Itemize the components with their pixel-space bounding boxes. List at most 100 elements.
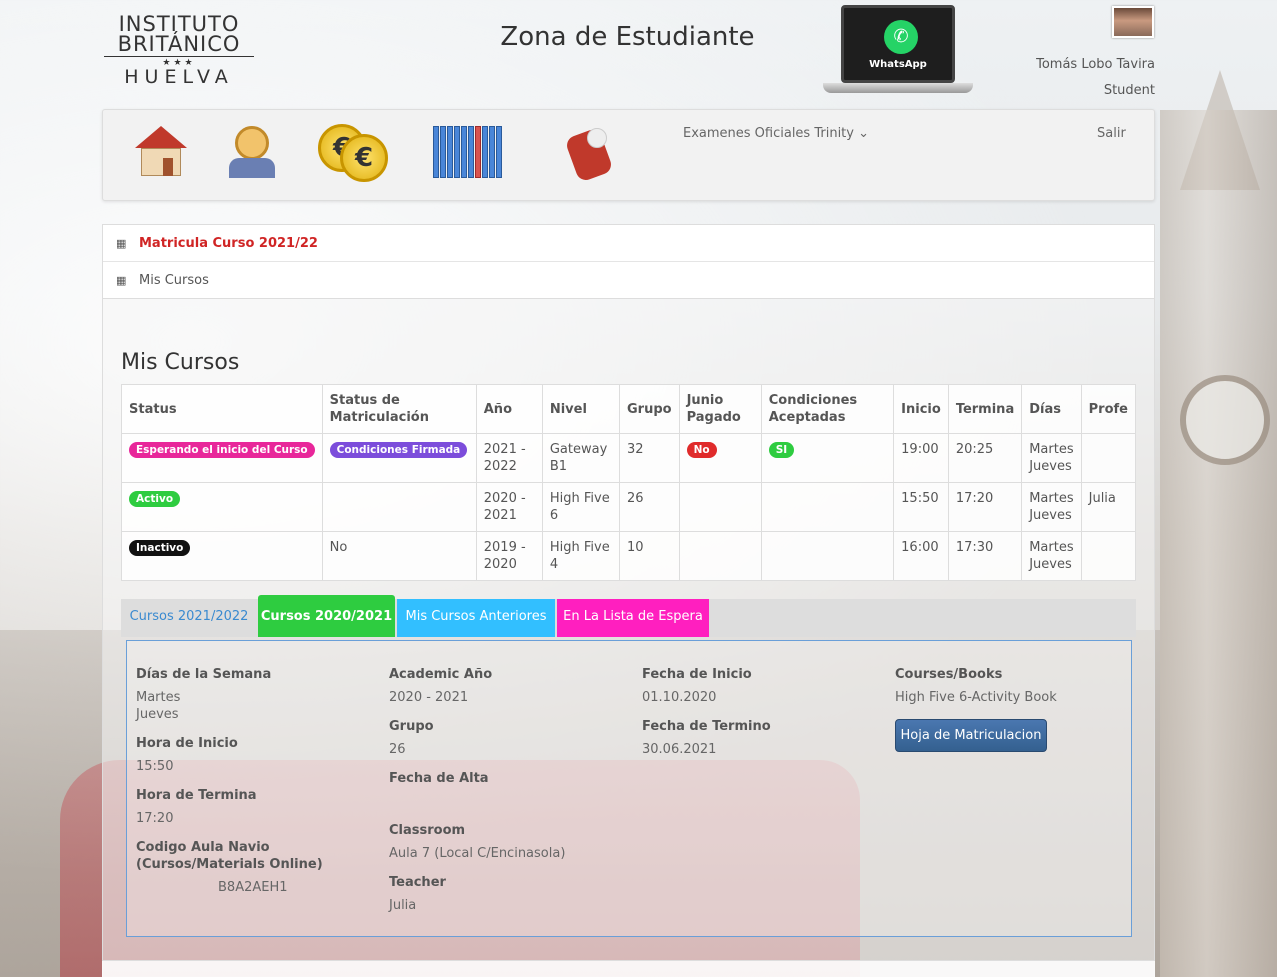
start-date-value: 01.10.2020 [642, 690, 717, 705]
home-roof [135, 126, 187, 148]
home-door [163, 158, 173, 176]
days-value: Jueves [136, 707, 179, 722]
matric-status-cell [321, 482, 477, 532]
table-row[interactable]: Inactivo No 2019 - 2020 High Five 4 10 1… [121, 531, 1137, 581]
column-header: Condiciones Aceptadas [760, 384, 895, 434]
background-tower-spire [1180, 70, 1260, 190]
menu-item-label: Matricula Curso 2021/22 [139, 236, 318, 251]
start-date-label: Fecha de Inicio [642, 667, 752, 682]
institute-logo[interactable]: INSTITUTO BRITÁNICO ★★★ HUELVA [104, 12, 254, 88]
tab-cursos-2020-2021[interactable]: Cursos 2020/2021 [258, 595, 395, 637]
home-icon[interactable] [133, 124, 191, 182]
logout-link[interactable]: Salir [1097, 126, 1126, 141]
menu-item-matricula[interactable]: ▦ Matricula Curso 2021/22 [103, 225, 1154, 262]
navio-code-sublabel: (Cursos/Materials Online) [136, 857, 323, 872]
conditions-cell [760, 482, 895, 532]
year-cell: 2019 - 2020 [475, 531, 543, 581]
binder [440, 126, 446, 178]
books-value: High Five 6-Activity Book [895, 690, 1057, 705]
end-time-cell: 20:25 [947, 433, 1023, 483]
logo-line-2: BRITÁNICO [117, 32, 241, 56]
logo-line-3: HUELVA [124, 66, 234, 88]
june-paid-cell [678, 482, 762, 532]
binder [447, 126, 453, 178]
background-clock [1180, 375, 1270, 465]
conditions-badge: SI [768, 442, 795, 458]
teacher-icon[interactable] [223, 124, 281, 182]
tab-mis-cursos-anteriores[interactable]: Mis Cursos Anteriores [397, 599, 555, 637]
matric-status-badge: Condiciones Firmada [329, 442, 468, 458]
tab-lista-de-espera[interactable]: En La Lista de Espera [557, 599, 709, 637]
days-value: Martes [136, 690, 181, 705]
end-time-cell: 17:20 [947, 482, 1023, 532]
level-cell: Gateway B1 [541, 433, 620, 483]
group-cell: 26 [618, 482, 680, 532]
start-time-label: Hora de Inicio [136, 736, 238, 751]
days-label: Días de la Semana [136, 667, 272, 682]
classroom-value: Aula 7 (Local C/Encinasola) [389, 846, 566, 861]
column-header: Profe [1080, 384, 1137, 434]
column-header: Status [121, 384, 323, 434]
end-date-value: 30.06.2021 [642, 742, 717, 757]
user-role: Student [1103, 83, 1155, 98]
days-cell: Martes Jueves [1021, 433, 1082, 483]
enrollment-sheet-button[interactable]: Hoja de Matriculacion [895, 719, 1047, 752]
euro-coins-icon[interactable]: € € [318, 124, 396, 182]
page-title: Zona de Estudiante [500, 22, 755, 52]
binders-icon[interactable] [433, 124, 507, 182]
binder [475, 126, 481, 178]
binder [482, 126, 488, 178]
trinity-exams-dropdown[interactable]: Examenes Oficiales Trinity ⌄ [683, 126, 869, 141]
start-time-value: 15:50 [136, 759, 174, 774]
binder [433, 126, 439, 178]
teacher-value: Julia [389, 898, 417, 913]
teacher-body [229, 158, 275, 178]
conditions-cell: SI [760, 433, 895, 483]
table-icon: ▦ [116, 237, 127, 250]
level-cell: High Five 6 [541, 482, 620, 532]
binder [461, 126, 467, 178]
whatsapp-banner[interactable]: ✆ WhatsApp [823, 5, 973, 95]
laptop-base [823, 83, 973, 93]
home-wall [141, 148, 181, 176]
classroom-label: Classroom [389, 823, 466, 838]
academic-year-value: 2020 - 2021 [389, 690, 469, 705]
phone-icon[interactable] [564, 124, 621, 183]
status-badge: Inactivo [129, 540, 191, 556]
table-row[interactable]: Activo 2020 - 2021 High Five 6 26 15:50 … [121, 482, 1137, 532]
year-cell: 2020 - 2021 [475, 482, 543, 532]
column-header: Nivel [541, 384, 620, 434]
teacher-head [235, 126, 269, 160]
binder [489, 126, 495, 178]
table-header-row: Status Status de Matriculación Año Nivel… [121, 384, 1137, 434]
phone-figure [587, 128, 607, 148]
background-tower [1160, 110, 1277, 977]
status-badge: Esperando el inicio del Curso [129, 442, 315, 458]
end-time-label: Hora de Termina [136, 788, 257, 803]
column-header: Año [475, 384, 543, 434]
june-paid-badge: No [686, 442, 717, 458]
navio-code-value: B8A2AEH1 [218, 880, 288, 895]
avatar[interactable] [1112, 6, 1154, 38]
binder [496, 126, 502, 178]
logo-line-1: INSTITUTO [118, 12, 240, 36]
group-cell: 32 [618, 433, 680, 483]
column-header: Inicio [893, 384, 949, 434]
matric-status-cell: No [321, 531, 477, 581]
table-icon: ▦ [116, 274, 127, 287]
group-label: Grupo [389, 719, 434, 734]
table-row[interactable]: Esperando el inicio del Curso Condicione… [121, 433, 1137, 483]
teacher-cell [1080, 433, 1137, 483]
laptop-screen: ✆ WhatsApp [841, 5, 955, 83]
column-header: Termina [947, 384, 1023, 434]
section-menu: ▦ Matricula Curso 2021/22 ▦ Mis Cursos [102, 224, 1155, 299]
status-cell: Inactivo [121, 531, 323, 581]
academic-year-label: Academic Año [389, 667, 493, 682]
tab-cursos-2021-2022[interactable]: Cursos 2021/2022 [121, 599, 257, 637]
matric-status-cell: Condiciones Firmada [321, 433, 477, 483]
menu-item-mis-cursos[interactable]: ▦ Mis Cursos [103, 262, 1154, 299]
courses-table: Status Status de Matriculación Año Nivel… [121, 384, 1137, 581]
user-name: Tomás Lobo Tavira [1036, 57, 1155, 72]
teacher-cell: Julia [1080, 482, 1137, 532]
menu-item-label: Mis Cursos [139, 273, 209, 288]
